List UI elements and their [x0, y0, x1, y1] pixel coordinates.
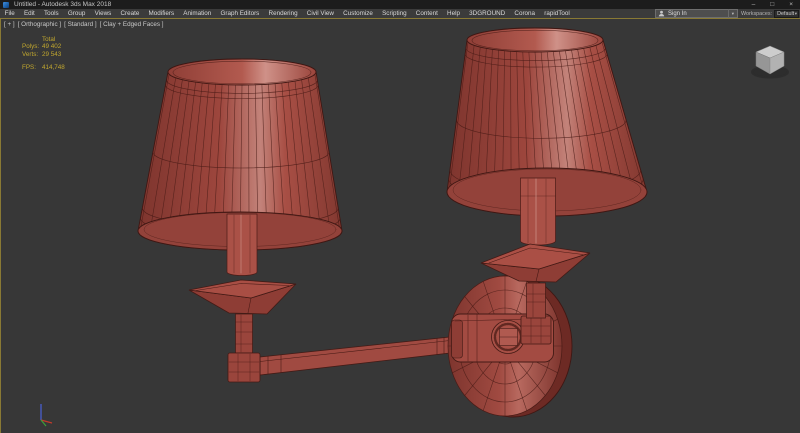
3dsmax-window: { "window": { "title": "Untitled - Autod… [0, 0, 800, 433]
workspaces-caret-icon: ▾ [795, 11, 798, 17]
active-viewport-border-left [0, 18, 1, 433]
menu-item-edit[interactable]: Edit [19, 9, 39, 18]
stats-fps-label: FPS: [22, 64, 42, 71]
menu-item-3dground[interactable]: 3DGROUND [465, 9, 510, 18]
user-icon [658, 10, 665, 17]
menu-item-animation[interactable]: Animation [179, 9, 216, 18]
menu-item-create[interactable]: Create [116, 9, 144, 18]
menu-item-scripting[interactable]: Scripting [378, 9, 412, 18]
window-controls: – □ × [752, 0, 793, 9]
menu-item-rendering[interactable]: Rendering [264, 9, 302, 18]
stats-header: Total [42, 36, 55, 43]
close-button[interactable]: × [789, 0, 793, 9]
viewport-shading-menu[interactable]: [ Clay + Edged Faces ] [100, 21, 164, 28]
sign-in-caret-icon[interactable]: ▾ [728, 9, 737, 18]
viewport-general-menu[interactable]: [ + ] [4, 21, 15, 28]
stats-polys-label: Polys: [22, 43, 42, 50]
viewcube[interactable] [752, 46, 788, 78]
workspaces-label: Workspaces: [741, 11, 772, 17]
menu-item-file[interactable]: File [0, 9, 19, 18]
menu-item-help[interactable]: Help [442, 9, 464, 18]
window-title: Untitled - Autodesk 3ds Max 2018 [14, 1, 111, 8]
viewport-statistics: Total Polys:49 402 Verts:29 543 FPS:414,… [22, 36, 65, 72]
sign-in-button[interactable]: Sign In ▾ [655, 9, 738, 19]
stats-verts-value: 29 543 [42, 51, 61, 58]
menu-item-civil-view[interactable]: Civil View [302, 9, 338, 18]
menu-item-content[interactable]: Content [411, 9, 442, 18]
workspaces-value: Default [775, 11, 794, 17]
menu-item-graph-editors[interactable]: Graph Editors [216, 9, 264, 18]
menu-item-views[interactable]: Views [90, 9, 116, 18]
3dsmax-app-icon[interactable] [3, 2, 9, 8]
menu-item-group[interactable]: Group [63, 9, 90, 18]
viewport-label-bar: [ + ] [ Orthographic ] [ Standard ] [ Cl… [4, 21, 164, 28]
workspaces-dropdown[interactable]: Default ▾ [774, 10, 799, 18]
left-arm[interactable] [260, 337, 450, 375]
menu-item-customize[interactable]: Customize [339, 9, 378, 18]
title-bar: Untitled - Autodesk 3ds Max 2018 – □ × [0, 0, 800, 9]
viewport-pov-menu[interactable]: [ Orthographic ] [18, 21, 61, 28]
world-axis-tripod [41, 404, 52, 426]
sign-in-label: Sign In [668, 11, 687, 17]
minimize-button[interactable]: – [752, 0, 756, 9]
stats-verts-label: Verts: [22, 51, 42, 58]
workspaces-control: Workspaces: Default ▾ [741, 9, 799, 19]
stats-fps-value: 414,748 [42, 64, 65, 71]
menu-item-corona[interactable]: Corona [510, 9, 540, 18]
viewport-canvas[interactable] [0, 0, 800, 433]
restore-button[interactable]: □ [770, 0, 774, 9]
sconce-model[interactable] [138, 28, 647, 417]
menu-item-modifiers[interactable]: Modifiers [144, 9, 179, 18]
menu-item-rapidtool[interactable]: rapidTool [540, 9, 575, 18]
menu-item-tools[interactable]: Tools [39, 9, 63, 18]
wall-backplate[interactable] [448, 275, 572, 417]
viewport-render-preset-menu[interactable]: [ Standard ] [64, 21, 97, 28]
stats-polys-value: 49 402 [42, 43, 61, 50]
